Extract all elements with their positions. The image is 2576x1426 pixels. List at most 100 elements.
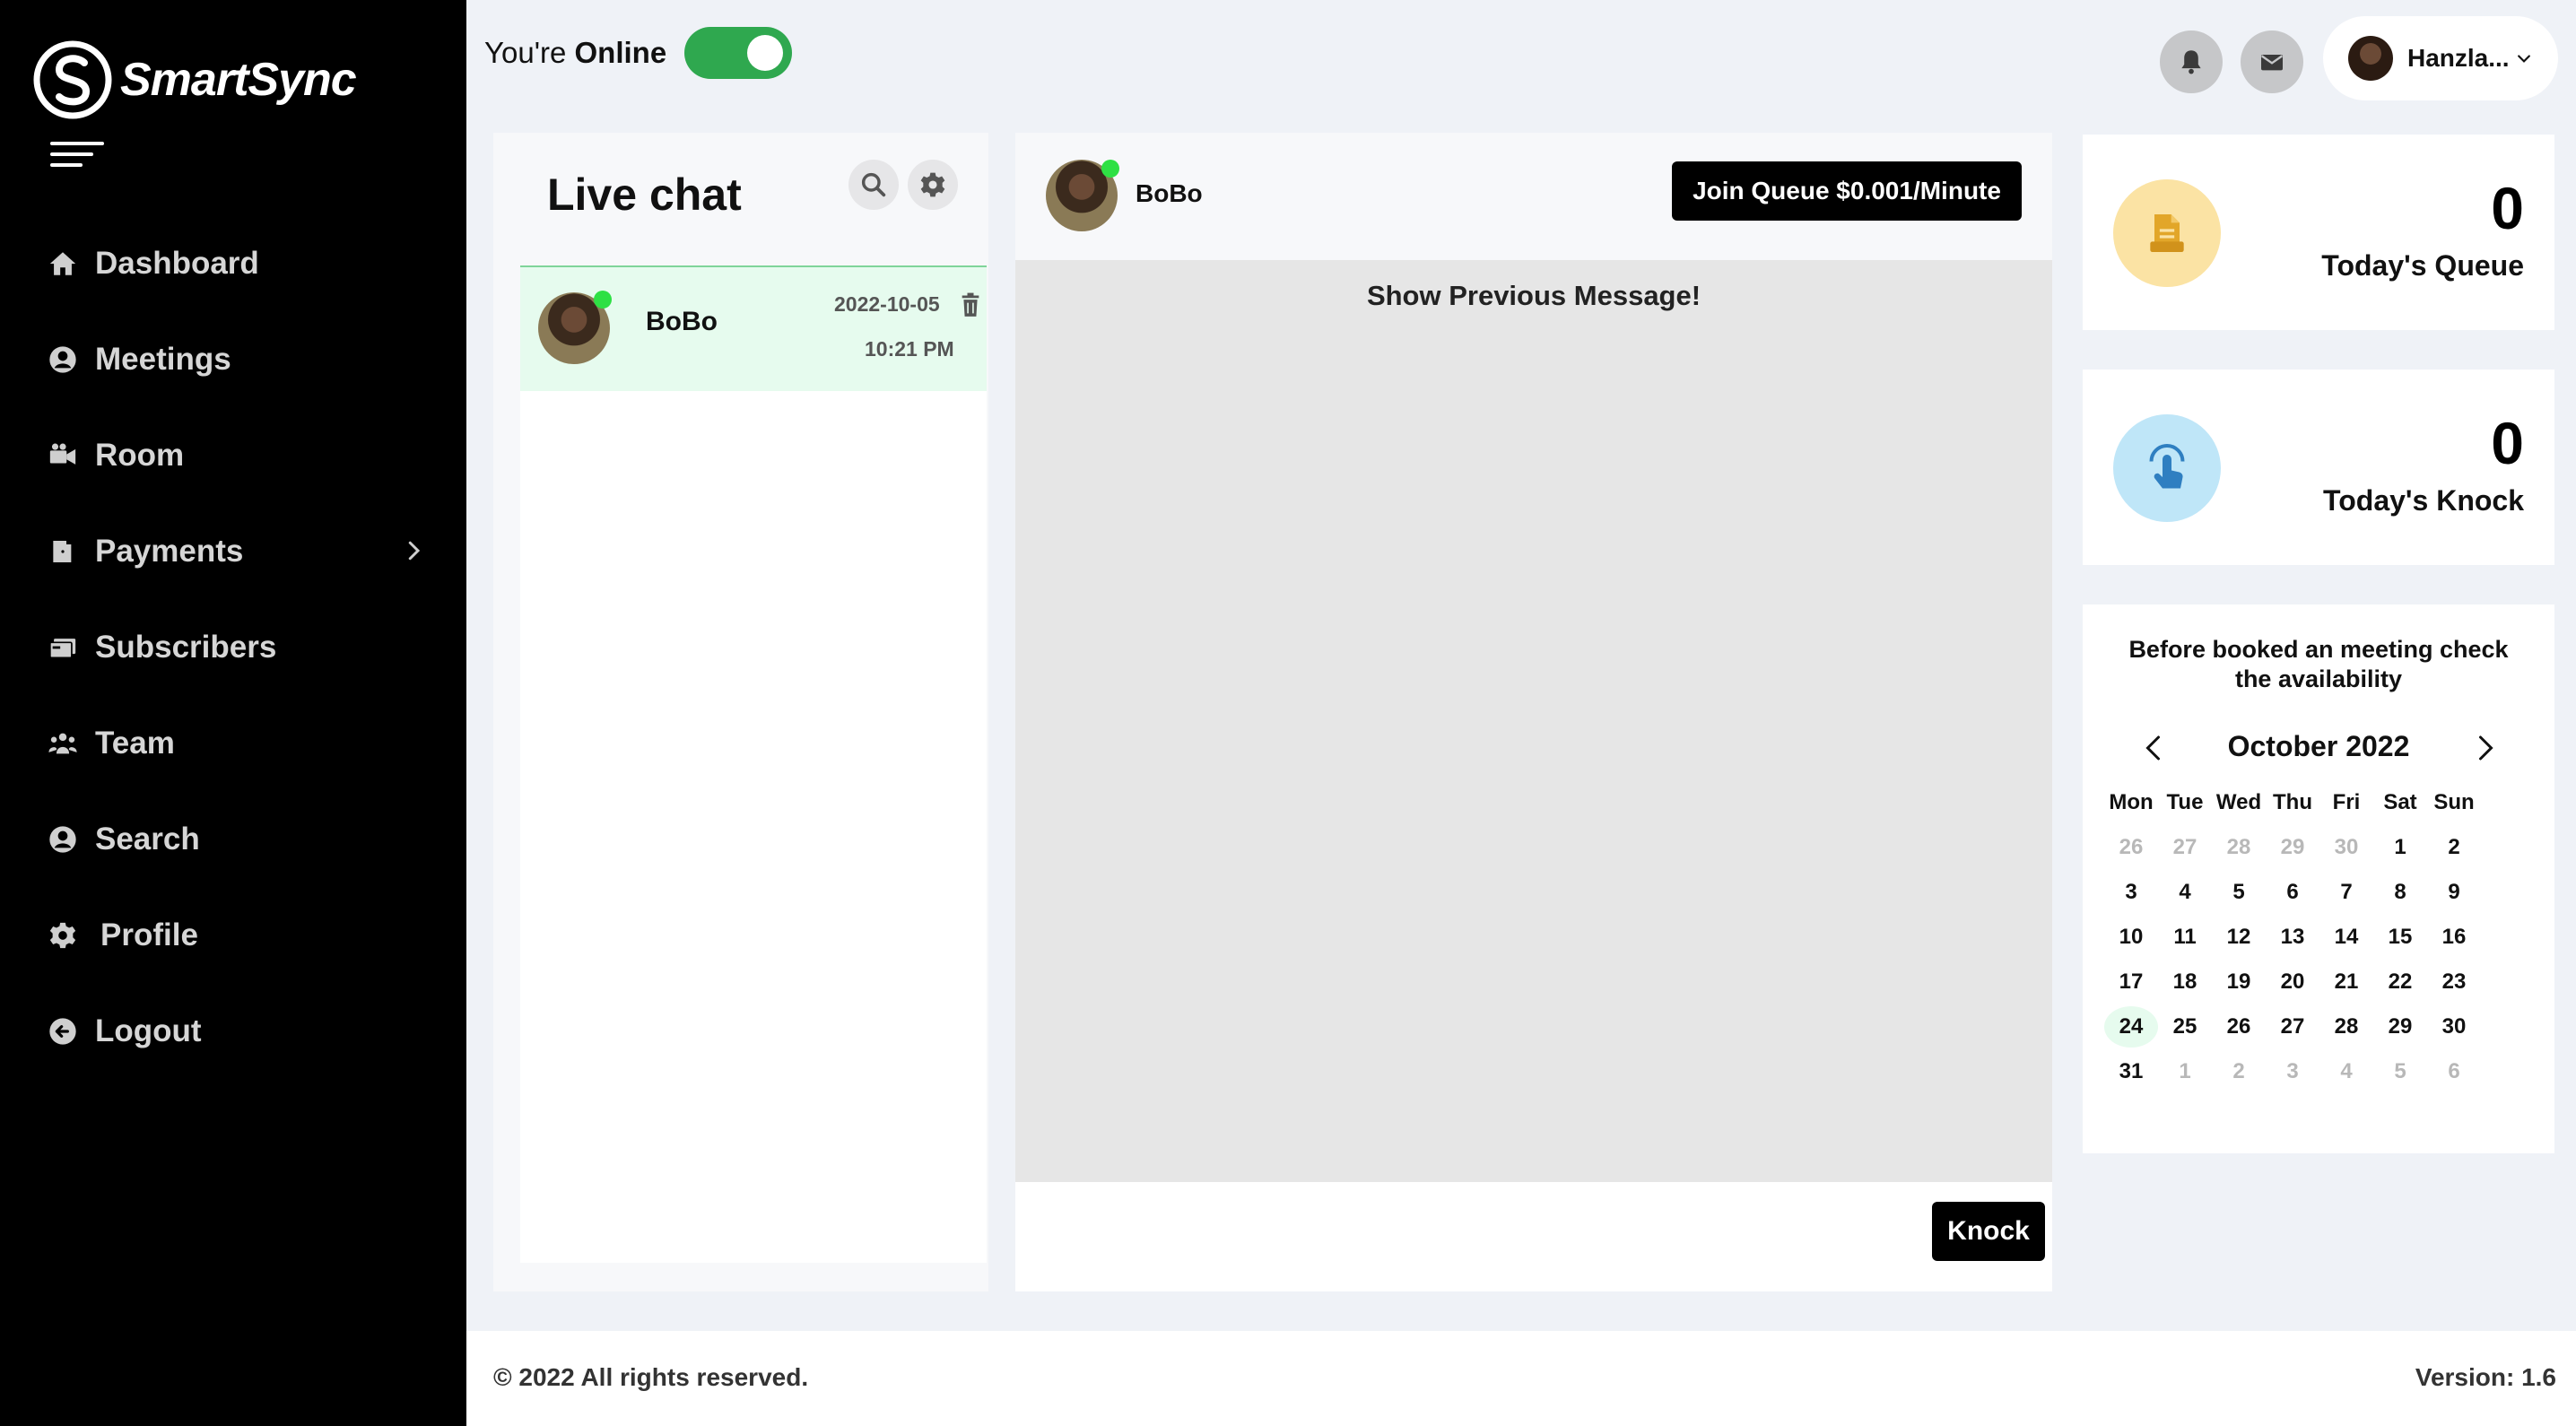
- trash-icon[interactable]: [960, 292, 981, 317]
- bell-icon: [2181, 50, 2201, 74]
- calendar-day[interactable]: 5: [2373, 1051, 2427, 1092]
- sidebar-item-label: Search: [95, 821, 200, 856]
- sidebar-item-label: Subscribers: [95, 629, 277, 665]
- sidebar-item-subscribers[interactable]: Subscribers: [0, 599, 466, 695]
- calendar-day[interactable]: 3: [2104, 872, 2158, 913]
- calendar-day[interactable]: 27: [2266, 1006, 2319, 1048]
- calendar-day[interactable]: 23: [2427, 961, 2481, 1003]
- version-text: Version: 1.6: [2415, 1363, 2556, 1391]
- team-icon: [47, 727, 79, 760]
- calendar-day[interactable]: 17: [2104, 961, 2158, 1003]
- calendar-day[interactable]: 29: [2373, 1006, 2427, 1048]
- calendar-day[interactable]: 1: [2158, 1051, 2212, 1092]
- chat-list: BoBo 2022-10-05 10:21 PM: [520, 265, 987, 1263]
- calendar-day[interactable]: 18: [2158, 961, 2212, 1003]
- copyright-text: © 2022 All rights reserved.: [493, 1363, 809, 1391]
- calendar-day[interactable]: 29: [2266, 827, 2319, 868]
- video-camera-icon: [47, 439, 79, 472]
- sidebar-item-label: Meetings: [95, 341, 231, 377]
- calendar-week-row: 17 18 19 20 21 22 23: [2104, 960, 2535, 1004]
- chevron-down-icon: [2517, 55, 2530, 63]
- chat-list-item[interactable]: BoBo 2022-10-05 10:21 PM: [520, 265, 987, 391]
- knock-button[interactable]: Knock: [1932, 1202, 2045, 1261]
- calendar-day[interactable]: 30: [2319, 827, 2373, 868]
- user-menu[interactable]: Hanzla...: [2323, 16, 2558, 100]
- weekday-label: Sun: [2433, 790, 2475, 814]
- calendar-day[interactable]: 26: [2104, 827, 2158, 868]
- calendar-day[interactable]: 11: [2158, 917, 2212, 958]
- conversation-footer: Knock: [1015, 1182, 2052, 1291]
- sidebar: SmartSync Dashboard Meetings Room Paymen…: [0, 0, 466, 1426]
- toggle-knob: [747, 35, 784, 71]
- chat-search-button[interactable]: [849, 160, 899, 210]
- calendar-day[interactable]: 12: [2212, 917, 2266, 958]
- calendar-day[interactable]: 6: [2266, 872, 2319, 913]
- sidebar-item-room[interactable]: Room: [0, 407, 466, 503]
- calendar-day[interactable]: 2: [2427, 827, 2481, 868]
- home-icon: [47, 248, 79, 280]
- sidebar-item-label: Logout: [95, 1013, 202, 1048]
- chevron-right-icon[interactable]: [2468, 732, 2501, 764]
- sidebar-item-dashboard[interactable]: Dashboard: [0, 215, 466, 311]
- stat-card-queue: 0 Today's Queue: [2083, 135, 2554, 330]
- stat-icon-circle: [2113, 179, 2221, 287]
- menu-toggle-icon[interactable]: [50, 142, 104, 169]
- chat-list-title: Live chat: [547, 170, 742, 220]
- calendar-day[interactable]: 14: [2319, 917, 2373, 958]
- online-indicator: [1101, 160, 1119, 178]
- calendar-weekday-row: Mon Tue Wed Thu Fri Sat Sun: [2104, 780, 2535, 825]
- sidebar-item-team[interactable]: Team: [0, 695, 466, 791]
- stat-card-knock: 0 Today's Knock: [2083, 370, 2554, 565]
- show-previous-messages-link[interactable]: Show Previous Message!: [1015, 280, 2052, 312]
- calendar-week-row: 31 1 2 3 4 5 6: [2104, 1049, 2535, 1094]
- calendar-day[interactable]: 5: [2212, 872, 2266, 913]
- calendar-day[interactable]: 9: [2427, 872, 2481, 913]
- calendar-day[interactable]: 4: [2158, 872, 2212, 913]
- message-area[interactable]: Show Previous Message!: [1015, 260, 2052, 1182]
- calendar-day[interactable]: 13: [2266, 917, 2319, 958]
- calendar-day[interactable]: 8: [2373, 872, 2427, 913]
- conversation-header: BoBo Join Queue $0.001/Minute: [1015, 133, 2052, 260]
- weekday-label: Wed: [2215, 790, 2262, 814]
- calendar-week-row: 3 4 5 6 7 8 9: [2104, 870, 2535, 915]
- sidebar-item-payments[interactable]: Payments: [0, 503, 466, 599]
- status-value: Online: [574, 36, 667, 69]
- sidebar-item-label: Team: [95, 725, 175, 761]
- messages-button[interactable]: [2241, 30, 2303, 93]
- calendar-day[interactable]: 15: [2373, 917, 2427, 958]
- calendar-day[interactable]: 3: [2266, 1051, 2319, 1092]
- calendar-day[interactable]: 22: [2373, 961, 2427, 1003]
- calendar-day[interactable]: 26: [2212, 1006, 2266, 1048]
- app-name: SmartSync: [120, 54, 357, 106]
- calendar-day[interactable]: 4: [2319, 1051, 2373, 1092]
- calendar-day[interactable]: 2: [2212, 1051, 2266, 1092]
- sidebar-item-logout[interactable]: Logout: [0, 983, 466, 1079]
- calendar-day[interactable]: 30: [2427, 1006, 2481, 1048]
- sidebar-item-profile[interactable]: Profile: [0, 887, 466, 983]
- join-queue-button[interactable]: Join Queue $0.001/Minute: [1672, 161, 2022, 221]
- calendar-day[interactable]: 20: [2266, 961, 2319, 1003]
- chat-settings-button[interactable]: [908, 160, 958, 210]
- sidebar-item-meetings[interactable]: Meetings: [0, 311, 466, 407]
- sidebar-item-label: Room: [95, 437, 185, 473]
- calendar-day-today[interactable]: 24: [2104, 1006, 2158, 1048]
- calendar-day[interactable]: 25: [2158, 1006, 2212, 1048]
- calendar-day[interactable]: 19: [2212, 961, 2266, 1003]
- online-toggle[interactable]: [684, 27, 793, 79]
- calendar-day[interactable]: 6: [2427, 1051, 2481, 1092]
- notifications-button[interactable]: [2160, 30, 2223, 93]
- calendar-day[interactable]: 31: [2104, 1051, 2158, 1092]
- weekday-label: Fri: [2332, 790, 2361, 814]
- calendar-day[interactable]: 28: [2212, 827, 2266, 868]
- online-status: You're Online: [484, 27, 793, 79]
- calendar-day[interactable]: 10: [2104, 917, 2158, 958]
- calendar-day[interactable]: 21: [2319, 961, 2373, 1003]
- calendar-day[interactable]: 1: [2373, 827, 2427, 868]
- calendar-day[interactable]: 16: [2427, 917, 2481, 958]
- calendar-day[interactable]: 7: [2319, 872, 2373, 913]
- stat-label: Today's Knock: [2323, 484, 2524, 517]
- app-logo[interactable]: SmartSync: [32, 39, 357, 120]
- sidebar-item-search[interactable]: Search: [0, 791, 466, 887]
- calendar-day[interactable]: 28: [2319, 1006, 2373, 1048]
- calendar-day[interactable]: 27: [2158, 827, 2212, 868]
